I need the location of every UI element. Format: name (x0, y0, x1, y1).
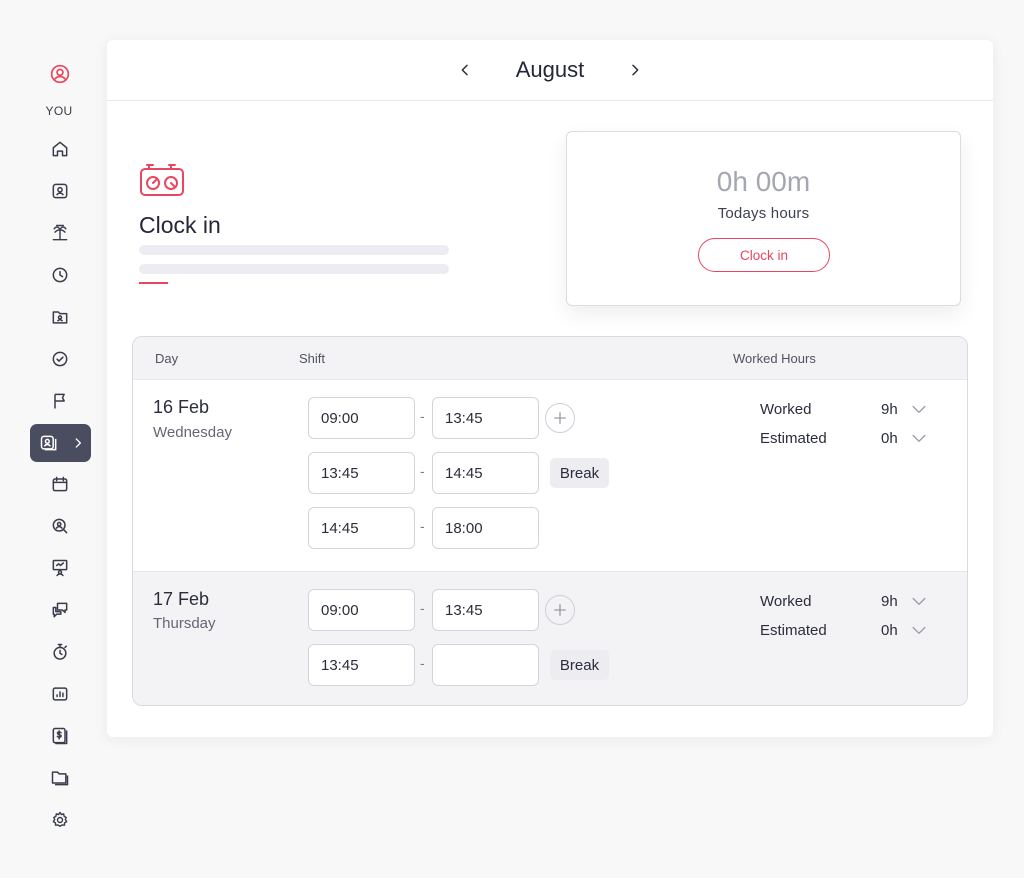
month-navigation: August (107, 40, 993, 101)
todays-hours-panel: 0h 00m Todays hours Clock in (566, 131, 961, 306)
previous-month-button[interactable] (453, 58, 477, 82)
presentation-person-icon[interactable] (44, 552, 76, 584)
next-month-button[interactable] (623, 58, 647, 82)
add-shift-button[interactable] (545, 403, 575, 433)
break-button[interactable]: Break (550, 458, 609, 488)
calendar-icon[interactable] (44, 468, 76, 500)
folders-icon[interactable] (44, 762, 76, 794)
chevron-down-icon[interactable] (909, 620, 929, 640)
table-header: Day Shift Worked Hours (133, 337, 967, 380)
plus-icon (554, 604, 566, 616)
check-circle-icon[interactable] (44, 343, 76, 375)
range-dash: - (420, 463, 425, 479)
chevron-down-icon[interactable] (909, 428, 929, 448)
chevron-left-icon (461, 64, 468, 76)
shift-end-input[interactable] (432, 644, 539, 686)
time-clock-icon (140, 164, 184, 196)
worked-value: 9h (881, 593, 898, 610)
estimated-value: 0h (881, 622, 898, 639)
chevron-right-icon (632, 64, 639, 76)
todays-hours-value: 0h 00m (716, 166, 811, 197)
shift-end-input[interactable] (432, 507, 539, 549)
range-dash: - (420, 600, 425, 616)
shift-start-input[interactable] (308, 644, 415, 686)
stopwatch-icon[interactable] (44, 636, 76, 668)
header-shift: Shift (299, 351, 326, 366)
contact-card-icon[interactable] (44, 175, 76, 207)
settings-gear-icon[interactable] (44, 804, 76, 836)
todays-hours-label: Todays hours (717, 205, 810, 222)
month-title: August (515, 57, 585, 82)
accent-underline (139, 282, 168, 284)
skeleton-line (139, 245, 449, 255)
home-icon[interactable] (44, 133, 76, 165)
shift-start-input[interactable] (308, 452, 415, 494)
range-dash: - (420, 518, 425, 534)
day-date: 16 Feb (153, 397, 210, 417)
clock-icon[interactable] (44, 259, 76, 291)
vacation-palm-icon[interactable] (44, 217, 76, 249)
table-row: 17 Feb Thursday - - Break Worked 9h Esti… (133, 571, 967, 705)
shift-end-input[interactable] (432, 452, 539, 494)
header-worked-hours: Worked Hours (733, 351, 816, 366)
worked-label: Worked (760, 401, 812, 418)
worked-label: Worked (760, 593, 812, 610)
day-weekday: Thursday (153, 615, 216, 632)
clock-in-title: Clock in (139, 212, 221, 238)
break-button[interactable]: Break (550, 650, 609, 680)
sidebar-item-timesheet-active[interactable] (30, 424, 91, 462)
timesheet-card: August Clock in 0h 00m Todays hours Cloc… (107, 40, 993, 737)
estimated-label: Estimated (760, 430, 827, 447)
sidebar: YOU (0, 0, 100, 878)
report-chart-icon[interactable] (44, 678, 76, 710)
day-weekday: Wednesday (153, 424, 232, 441)
chevron-down-icon[interactable] (909, 591, 929, 611)
shift-end-input[interactable] (432, 397, 539, 439)
header-day: Day (155, 351, 179, 366)
expense-dollar-icon[interactable] (44, 720, 76, 752)
flag-icon[interactable] (44, 385, 76, 417)
range-dash: - (420, 408, 425, 424)
shift-start-input[interactable] (308, 589, 415, 631)
shifts-table: Day Shift Worked Hours 16 Feb Wednesday … (132, 336, 968, 706)
folder-person-icon[interactable] (44, 301, 76, 333)
worked-value: 9h (881, 401, 898, 418)
table-row: 16 Feb Wednesday - - Break - Worked 9h E… (133, 380, 967, 571)
shift-start-input[interactable] (308, 507, 415, 549)
timesheet-icon (40, 435, 57, 451)
chat-bubbles-icon[interactable] (44, 594, 76, 626)
range-dash: - (420, 655, 425, 671)
estimated-value: 0h (881, 430, 898, 447)
clock-in-button[interactable]: Clock in (698, 238, 830, 272)
add-shift-button[interactable] (545, 595, 575, 625)
shift-start-input[interactable] (308, 397, 415, 439)
you-label: YOU (45, 104, 73, 118)
plus-icon (554, 412, 566, 424)
user-profile-icon[interactable] (44, 58, 76, 90)
shift-end-input[interactable] (432, 589, 539, 631)
skeleton-line (139, 264, 449, 274)
search-person-icon[interactable] (44, 510, 76, 542)
estimated-label: Estimated (760, 622, 827, 639)
chevron-right-icon (75, 438, 81, 448)
day-date: 17 Feb (153, 589, 210, 609)
chevron-down-icon[interactable] (909, 399, 929, 419)
